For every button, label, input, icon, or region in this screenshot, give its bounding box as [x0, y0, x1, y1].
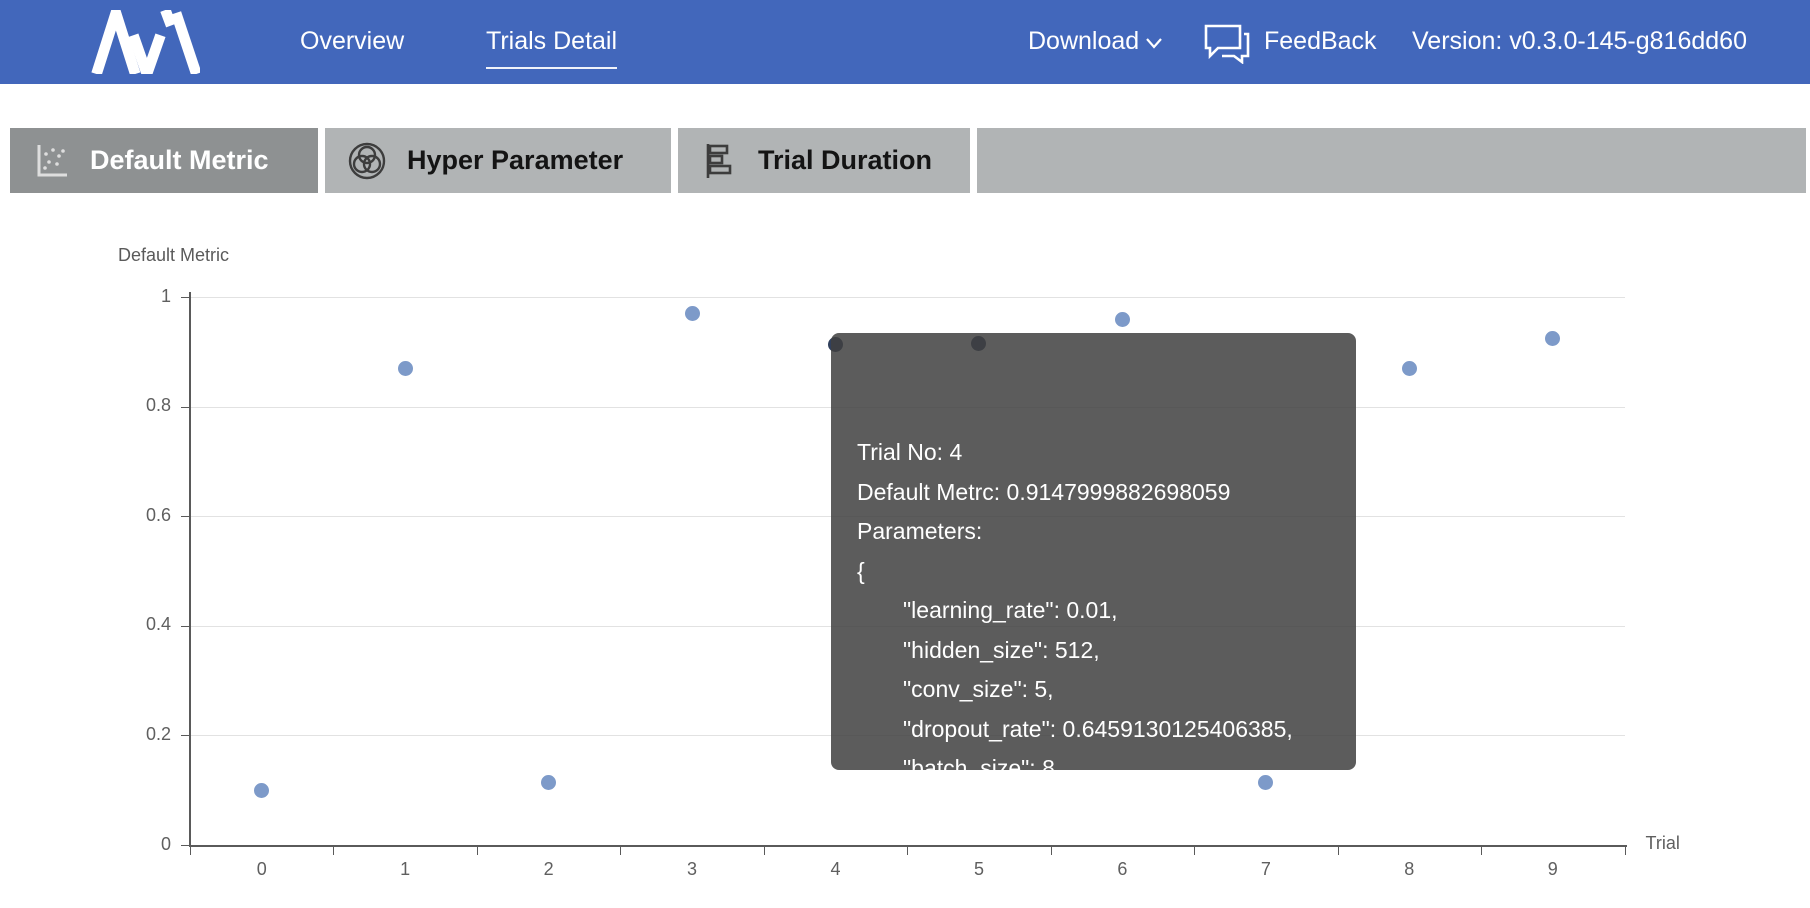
- tooltip-line: "hidden_size": 512,: [857, 631, 1330, 671]
- tooltip-line: "batch_size": 8: [857, 749, 1330, 789]
- x-axis-tick: [764, 847, 765, 855]
- y-axis-label: 0.2: [101, 724, 171, 745]
- tooltip-line: "conv_size": 5,: [857, 670, 1330, 710]
- nav-item-trials-detail[interactable]: Trials Detail: [486, 27, 617, 69]
- nav-item-overview[interactable]: Overview: [300, 27, 404, 56]
- data-point-trial-1[interactable]: [398, 361, 413, 376]
- top-navbar: Overview Trials Detail Download FeedBack…: [0, 0, 1810, 84]
- x-axis-tick: [1625, 847, 1626, 855]
- data-point-trial-0[interactable]: [254, 783, 269, 798]
- feedback-link[interactable]: FeedBack: [1264, 27, 1377, 56]
- tab-label: Default Metric: [90, 145, 269, 176]
- x-axis-label: 4: [814, 859, 858, 880]
- x-axis-label: 3: [670, 859, 714, 880]
- nni-logo: [88, 10, 200, 79]
- scatter-chart-icon: [32, 142, 70, 180]
- data-point-trial-9[interactable]: [1545, 331, 1560, 346]
- tab-hyper-parameter[interactable]: Hyper Parameter: [325, 128, 671, 193]
- y-axis-label: 0.8: [101, 395, 171, 416]
- tooltip-line: "dropout_rate": 0.6459130125406385,: [857, 710, 1330, 750]
- trial-tooltip: Trial No: 4Default Metrc: 0.914799988269…: [831, 333, 1356, 770]
- tooltip-line: Default Metrc: 0.9147999882698059: [857, 473, 1330, 513]
- tooltip-content: Trial No: 4Default Metrc: 0.914799988269…: [857, 433, 1330, 828]
- x-axis-label: 9: [1531, 859, 1575, 880]
- data-point-trial-2[interactable]: [541, 775, 556, 790]
- data-point-trial-3[interactable]: [685, 306, 700, 321]
- x-axis-tick: [333, 847, 334, 855]
- tooltip-line: "learning_rate": 0.01,: [857, 591, 1330, 631]
- tab-bar-filler: [977, 128, 1806, 193]
- x-axis-tick: [1481, 847, 1482, 855]
- tab-label: Hyper Parameter: [407, 145, 623, 176]
- x-axis-name: Trial: [1646, 833, 1680, 854]
- download-button[interactable]: Download: [1028, 27, 1139, 56]
- x-axis-label: 0: [240, 859, 284, 880]
- data-point-trial-8[interactable]: [1402, 361, 1417, 376]
- y-axis-label: 0: [101, 834, 171, 855]
- horizontal-bars-icon: [700, 142, 738, 180]
- x-axis-label: 2: [527, 859, 571, 880]
- tooltip-line: Parameters:: [857, 512, 1330, 552]
- feedback-chat-icon[interactable]: [1202, 22, 1252, 69]
- x-axis-label: 1: [383, 859, 427, 880]
- x-axis-label: 8: [1387, 859, 1431, 880]
- x-axis-tick: [620, 847, 621, 855]
- x-axis-tick: [190, 847, 191, 855]
- y-axis-line: [189, 292, 191, 847]
- y-axis-label: 1: [101, 286, 171, 307]
- version-label: Version: v0.3.0-145-g816dd60: [1412, 27, 1747, 56]
- chevron-down-icon: [1146, 36, 1162, 54]
- x-axis-tick: [1338, 847, 1339, 855]
- tooltip-line: {: [857, 552, 1330, 592]
- gridline: [190, 297, 1625, 298]
- chart-tab-bar: Default Metric Hyper Parameter Trial Dur…: [0, 128, 1810, 193]
- data-point-trial-6[interactable]: [1115, 312, 1130, 327]
- tooltip-line: Trial No: 4: [857, 433, 1330, 473]
- tooltip-line: }: [857, 789, 1330, 829]
- tab-trial-duration[interactable]: Trial Duration: [678, 128, 970, 193]
- y-axis-label: 0.4: [101, 614, 171, 635]
- tab-default-metric[interactable]: Default Metric: [10, 128, 318, 193]
- x-axis-tick: [477, 847, 478, 855]
- venn-diagram-icon: [347, 141, 387, 181]
- y-axis-label: 0.6: [101, 505, 171, 526]
- tab-label: Trial Duration: [758, 145, 932, 176]
- chart-title: Default Metric: [118, 245, 229, 266]
